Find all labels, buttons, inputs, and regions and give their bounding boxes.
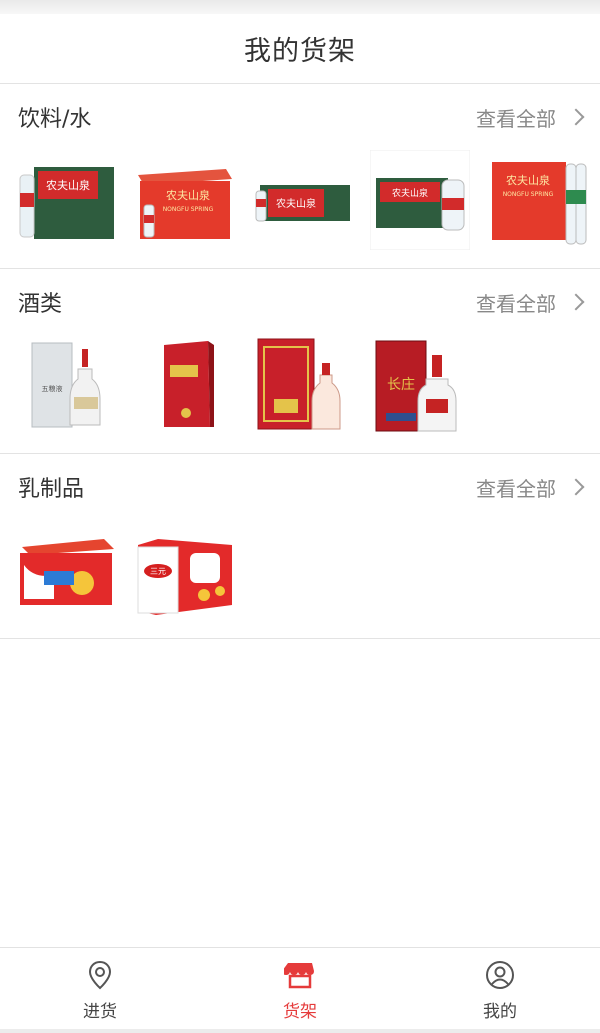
section-title: 乳制品 [18,477,85,502]
svg-text:长庄: 长庄 [387,376,415,393]
milk-case-image [20,539,114,605]
page-header: 我的货架 [0,14,600,84]
tab-shelf[interactable]: 货架 [200,948,400,1033]
section-drinks: 饮料/水 查看全部 农夫山泉 农夫山泉 NONGFU SPRING 农夫山泉 农… [0,84,600,269]
product-item[interactable] [252,335,352,435]
svg-text:农夫山泉: 农夫山泉 [46,178,90,192]
product-list: 农夫山泉 农夫山泉 NONGFU SPRING 农夫山泉 农夫山泉 农夫山泉 N… [0,150,600,250]
water-case-image: 农夫山泉 [255,185,350,222]
product-item[interactable]: 农夫山泉 NONGFU SPRING [134,150,234,250]
product-item[interactable] [16,520,116,620]
chevron-right-icon [567,478,585,496]
product-item[interactable]: 农夫山泉 NONGFU SPRING [488,150,588,250]
location-pin-icon [88,960,112,990]
view-all-label: 查看全部 [476,476,556,501]
svg-text:农夫山泉: 农夫山泉 [276,197,316,210]
section-title: 酒类 [18,292,63,317]
product-item[interactable]: 农夫山泉 [370,150,470,250]
water-case-image: 农夫山泉 [370,150,470,250]
svg-text:五粮液: 五粮液 [42,384,63,393]
svg-text:农夫山泉: 农夫山泉 [506,173,550,187]
product-list: 五粮液 长庄 [0,335,600,435]
chevron-right-icon [567,293,585,311]
svg-text:农夫山泉: 农夫山泉 [166,188,210,202]
tab-mine[interactable]: 我的 [400,948,600,1033]
milk-case-image: 三元 [137,539,232,615]
view-all-button[interactable]: 查看全部 [476,288,585,317]
liquor-box-image: 长庄 [375,340,457,432]
view-all-button[interactable]: 查看全部 [476,103,585,132]
svg-text:NONGFU SPRING: NONGFU SPRING [163,206,214,213]
section-header: 酒类 查看全部 [0,269,600,335]
bottom-tab-bar: 进货 货架 我的 [0,947,600,1033]
product-item[interactable]: 农夫山泉 [252,150,352,250]
view-all-button[interactable]: 查看全部 [476,473,585,502]
tab-purchase[interactable]: 进货 [0,948,200,1033]
tab-label: 货架 [283,1002,317,1022]
svg-text:三元: 三元 [150,567,166,576]
product-list: 三元 [0,520,600,620]
water-case-image: 农夫山泉 NONGFU SPRING [492,162,587,245]
view-all-label: 查看全部 [476,291,556,316]
product-item[interactable]: 农夫山泉 [16,150,116,250]
view-all-label: 查看全部 [476,106,556,131]
product-item[interactable] [134,335,234,435]
app-root: 我的货架 饮料/水 查看全部 农夫山泉 农夫山泉 NONGFU SPRING 农… [0,0,600,1033]
page-title: 我的货架 [244,36,356,67]
svg-text:NONGFU SPRING: NONGFU SPRING [503,191,554,198]
tab-label: 我的 [483,1002,517,1022]
svg-text:农夫山泉: 农夫山泉 [392,187,428,199]
chevron-right-icon [567,108,585,126]
status-bar [0,0,600,14]
tab-label: 进货 [83,1002,117,1022]
liquor-box-image: 五粮液 [31,342,101,428]
product-item[interactable]: 长庄 [370,335,470,435]
bottom-strip [0,1029,600,1033]
product-item[interactable]: 五粮液 [16,335,116,435]
section-title: 饮料/水 [18,107,92,132]
section-header: 饮料/水 查看全部 [0,84,600,150]
section-dairy: 乳制品 查看全部 三元 [0,454,600,639]
product-item[interactable]: 三元 [134,520,234,620]
section-liquor: 酒类 查看全部 五粮液 长庄 [0,269,600,454]
liquor-box-image [164,341,214,427]
user-circle-icon [486,961,514,989]
water-case-image: 农夫山泉 NONGFU SPRING [138,169,232,239]
liquor-box-image [257,338,341,430]
section-header: 乳制品 查看全部 [0,454,600,520]
water-case-image: 农夫山泉 [19,167,114,239]
store-icon [284,963,314,989]
